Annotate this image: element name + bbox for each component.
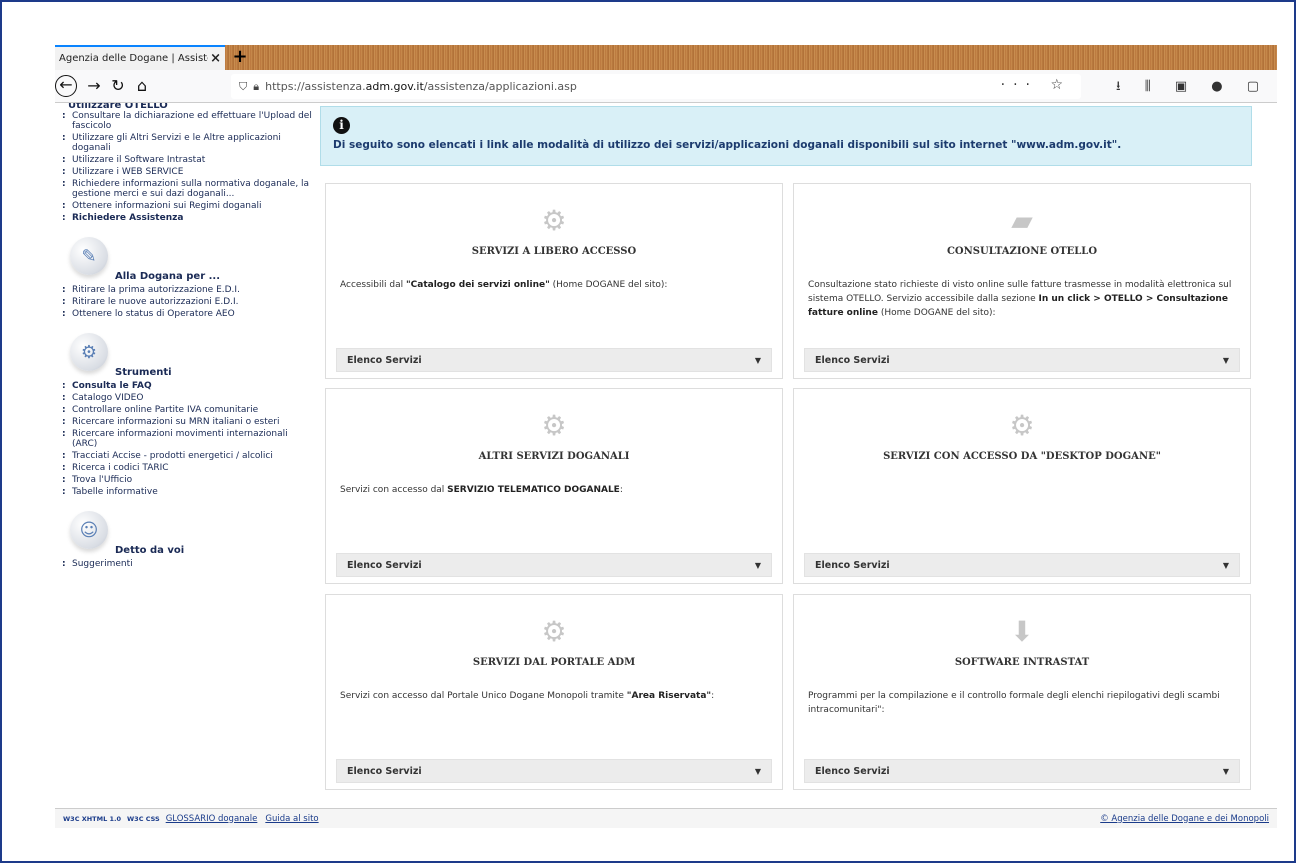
reload-icon[interactable]: ↻ [107, 74, 129, 98]
select-label: Elenco Servizi [347, 559, 422, 571]
tab-close-icon[interactable]: × [210, 51, 221, 66]
sidebar-heading-otello[interactable]: Utilizzare OTELLO [68, 103, 315, 111]
navigation-bar: ← → ↻ ⌂ ⛉ 🔒︎ https://assistenza.adm.gov.… [55, 70, 1277, 103]
url-text: https://assistenza.adm.gov.it/assistenza… [265, 80, 577, 93]
alert-text: Di seguito sono elencati i link alle mod… [333, 139, 1122, 151]
tab-title: Agenzia delle Dogane | Assistenza [59, 53, 208, 64]
page-actions-icon[interactable]: ··· ☆ [1001, 77, 1071, 93]
sidebar-section-strumenti: ⚙ Strumenti [60, 333, 315, 381]
w3c-xhtml-badge[interactable]: W3C XHTML 1.0 [63, 815, 121, 823]
download-icon: ⬇ [1010, 615, 1034, 648]
elenco-servizi-select[interactable]: Elenco Servizi ▼ [804, 553, 1240, 577]
sidebar-link[interactable]: Ritirare le nuove autorizzazioni E.D.I. [60, 297, 315, 307]
copyright-link[interactable]: © Agenzia delle Dogane e dei Monopoli [1100, 814, 1269, 824]
sidebar-section-title: Detto da voi [115, 545, 185, 556]
sidebar-link[interactable]: Utilizzare il Software Intrastat [60, 155, 315, 165]
sidebar-link[interactable]: Tracciati Accise - prodotti energetici /… [60, 451, 315, 461]
card-description: Servizi con accesso dal SERVIZIO TELEMAT… [340, 485, 623, 495]
card-description: Servizi con accesso dal Portale Unico Do… [340, 691, 715, 701]
service-card: ▰ CONSULTAZIONE OTELLO Consultazione stato… [793, 183, 1251, 379]
elenco-servizi-select[interactable]: Elenco Servizi ▼ [336, 348, 772, 372]
sidebar-section-title: Alla Dogana per ... [115, 271, 220, 282]
info-alert: i Di seguito sono elencati i link alle m… [320, 106, 1252, 166]
service-card: ⚙ SERVIZI DAL PORTALE ADM Servizi con acce… [325, 594, 783, 790]
sidebar-link[interactable]: Richiedere informazioni sulla normativa … [60, 179, 315, 199]
elenco-servizi-select[interactable]: Elenco Servizi ▼ [336, 759, 772, 783]
elenco-servizi-select[interactable]: Elenco Servizi ▼ [336, 553, 772, 577]
tab-bar: Agenzia delle Dogane | Assistenza × + [55, 45, 1277, 70]
sidebar: Utilizzare OTELLO Consultare la dichiara… [60, 103, 315, 571]
service-card: ⚙ ALTRI SERVIZI DOGANALI Servizi con acces… [325, 388, 783, 584]
card-description: Accessibili dal "Catalogo dei servizi on… [340, 280, 668, 290]
sidebar-link[interactable]: Ritirare la prima autorizzazione E.D.I. [60, 285, 315, 295]
new-tab-button[interactable]: + [229, 45, 251, 70]
sidebar-link[interactable]: Controllare online Partite IVA comunitar… [60, 405, 315, 415]
forward-arrow-icon[interactable]: → [83, 74, 105, 98]
sidebar-link[interactable]: Consulta le FAQ [60, 381, 315, 391]
gear-icon: ⚙ [541, 409, 567, 442]
home-icon[interactable]: ⌂ [131, 74, 153, 98]
guida-link[interactable]: Guida al sito [265, 814, 318, 824]
gear-icon: ⚙ [1009, 409, 1035, 442]
card-title: SERVIZI A LIBERO ACCESSO [471, 246, 637, 257]
browser-tab[interactable]: Agenzia delle Dogane | Assistenza × [55, 45, 225, 70]
footer: W3C XHTML 1.0 W3C CSS GLOSSARIO doganale… [55, 808, 1277, 828]
gear-icon: ⚙ [541, 615, 567, 648]
card-title: CONSULTAZIONE OTELLO [946, 246, 1098, 257]
sidebar-link[interactable]: Ottenere informazioni sui Regimi doganal… [60, 201, 315, 211]
gear-icon: ⚙ [541, 204, 567, 237]
sidebar-link[interactable]: Richiedere Assistenza [60, 213, 315, 223]
sidebar-link[interactable]: Ricerca i codici TARIC [60, 463, 315, 473]
caret-down-icon: ▼ [754, 766, 761, 776]
sidebar-link[interactable]: Ricercare informazioni movimenti interna… [60, 429, 315, 449]
select-label: Elenco Servizi [815, 765, 890, 777]
address-bar[interactable]: ⛉ 🔒︎ https://assistenza.adm.gov.it/assis… [231, 74, 1081, 99]
card-title: ALTRI SERVIZI DOGANALI [478, 451, 630, 462]
shield-icon[interactable]: ⛉ [239, 80, 247, 94]
book-icon: ▰ [1011, 204, 1033, 237]
gear-icon: ⚙ [70, 333, 108, 371]
caret-down-icon: ▼ [754, 355, 761, 365]
card-title: SERVIZI CON ACCESSO DA "DESKTOP DOGANE" [883, 451, 1161, 462]
caret-down-icon: ▼ [1222, 766, 1229, 776]
card-description: Programmi per la compilazione e il contr… [808, 691, 1220, 715]
sidebar-link[interactable]: Ottenere lo status di Operatore AEO [60, 309, 315, 319]
card-description: Consultazione stato richieste di visto o… [808, 280, 1232, 318]
card-title: SERVIZI DAL PORTALE ADM [472, 657, 636, 668]
caret-down-icon: ▼ [754, 560, 761, 570]
page-content: Utilizzare OTELLO Consultare la dichiara… [55, 103, 1277, 803]
service-card: ⚙ SERVIZI CON ACCESSO DA "DESKTOP DOGANE"… [793, 388, 1251, 584]
card-title: SOFTWARE INTRASTAT [954, 657, 1090, 668]
sidebar-link[interactable]: Utilizzare gli Altri Servizi e le Altre … [60, 133, 315, 153]
back-arrow-icon[interactable]: ← [55, 75, 77, 97]
elenco-servizi-select[interactable]: Elenco Servizi ▼ [804, 759, 1240, 783]
toolbar-icons[interactable]: ⭳ ⫼ ▣ ● ▢ [1116, 77, 1269, 99]
caret-down-icon: ▼ [1222, 560, 1229, 570]
sidebar-link[interactable]: Utilizzare i WEB SERVICE [60, 167, 315, 177]
info-icon: i [333, 117, 350, 134]
sidebar-link[interactable]: Catalogo VIDEO [60, 393, 315, 403]
sidebar-section-dogana: ✎ Alla Dogana per ... [60, 237, 315, 285]
caret-down-icon: ▼ [1222, 355, 1229, 365]
sidebar-link[interactable]: Tabelle informative [60, 487, 315, 497]
sidebar-link[interactable]: Suggerimenti [60, 559, 315, 569]
select-label: Elenco Servizi [347, 354, 422, 366]
sidebar-link[interactable]: Ricercare informazioni su MRN italiani o… [60, 417, 315, 427]
service-card: ⬇ SOFTWARE INTRASTAT Programmi per la comp… [793, 594, 1251, 790]
w3c-css-badge[interactable]: W3C CSS [127, 815, 160, 823]
lock-icon[interactable]: 🔒︎ [253, 80, 259, 94]
elenco-servizi-select[interactable]: Elenco Servizi ▼ [804, 348, 1240, 372]
user-chat-icon: ☺ [70, 511, 108, 549]
sidebar-section-detto: ☺ Detto da voi [60, 511, 315, 559]
service-card: ⚙ SERVIZI A LIBERO ACCESSO Accessibili dal… [325, 183, 783, 379]
select-label: Elenco Servizi [815, 559, 890, 571]
select-label: Elenco Servizi [347, 765, 422, 777]
sidebar-link[interactable]: Consultare la dichiarazione ed effettuar… [60, 111, 315, 131]
sidebar-link[interactable]: Trova l'Ufficio [60, 475, 315, 485]
sidebar-section-title: Strumenti [115, 367, 172, 378]
pen-icon: ✎ [70, 237, 108, 275]
glossario-link[interactable]: GLOSSARIO doganale [166, 814, 258, 824]
select-label: Elenco Servizi [815, 354, 890, 366]
